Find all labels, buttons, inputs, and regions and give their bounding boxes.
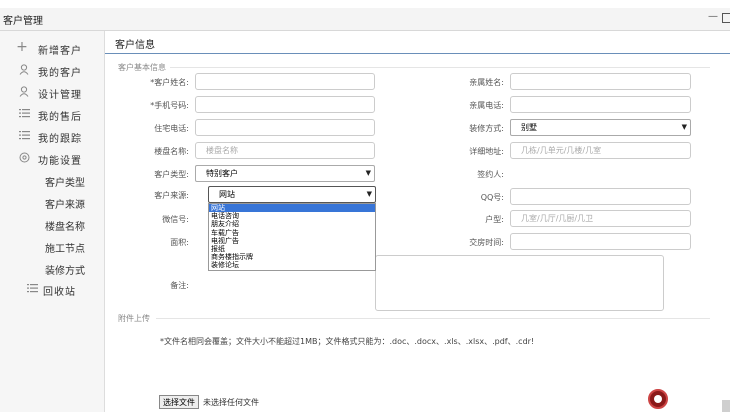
list-icon bbox=[18, 130, 30, 142]
dropdown-option[interactable]: 朋友介绍 bbox=[209, 220, 375, 228]
customer-name-input[interactable] bbox=[195, 73, 375, 90]
sidebar-item-label: 我的跟踪 bbox=[38, 134, 82, 145]
relative-name-input[interactable] bbox=[510, 73, 691, 90]
sidebar-item-tracking[interactable]: 我的跟踪 bbox=[0, 127, 104, 147]
window-titlebar: 客户管理 — bbox=[0, 8, 730, 31]
dropdown-option[interactable]: 报纸 bbox=[209, 245, 375, 253]
sidebar-item-customer-source[interactable]: 客户来源 bbox=[0, 193, 104, 213]
sidebar-item-label: 施工节点 bbox=[45, 244, 85, 255]
dropdown-option[interactable]: 电视广告 bbox=[209, 237, 375, 245]
user-icon bbox=[18, 64, 30, 76]
layout-label: 户型: bbox=[485, 215, 504, 224]
gear-icon bbox=[18, 152, 30, 164]
home-phone-input[interactable] bbox=[195, 119, 375, 136]
signer-label: 签约人: bbox=[477, 170, 504, 179]
relative-name-label: 亲属姓名: bbox=[469, 78, 504, 87]
file-status: 未选择任何文件 bbox=[203, 398, 259, 407]
wechat-label: 微信号: bbox=[162, 215, 189, 224]
dropdown-arrow-icon: ▼ bbox=[366, 190, 372, 198]
decor-method-select[interactable]: 别墅 ▼ bbox=[510, 119, 691, 136]
sidebar-item-label: 客户类型 bbox=[45, 178, 85, 189]
attachment-note: *文件名相同会覆盖；文件大小不能超过1MB；文件格式只能为：.doc、.docx… bbox=[160, 337, 535, 346]
dropdown-arrow-icon: ▼ bbox=[365, 169, 371, 177]
sidebar-item-design-management[interactable]: 设计管理 bbox=[0, 83, 104, 103]
phone-input[interactable] bbox=[195, 96, 375, 113]
choose-file-button[interactable]: 选择文件 bbox=[159, 395, 199, 409]
list-icon bbox=[26, 283, 38, 295]
section-title-attachments: 附件上传 bbox=[118, 314, 150, 323]
tab-label: 客户信息 bbox=[115, 40, 155, 51]
sidebar-item-label: 我的客户 bbox=[38, 68, 82, 79]
window-title: 客户管理 bbox=[3, 16, 43, 27]
plus-icon: + bbox=[16, 39, 28, 55]
logo-icon bbox=[648, 389, 668, 409]
customer-type-label: 客户类型: bbox=[154, 170, 189, 179]
sidebar-item-after-sales[interactable]: 我的售后 bbox=[0, 105, 104, 125]
dropdown-option[interactable]: 车载广告 bbox=[209, 229, 375, 237]
dropdown-option[interactable]: 装修论坛 bbox=[209, 261, 375, 269]
sidebar-item-recycle-bin[interactable]: 回收站 bbox=[0, 280, 104, 300]
address-input[interactable]: 几栋/几单元/几楼/几室 bbox=[510, 142, 691, 159]
sidebar-item-label: 我的售后 bbox=[38, 112, 82, 123]
handover-time-label: 交房时间: bbox=[469, 238, 504, 247]
sidebar-item-customer-type[interactable]: 客户类型 bbox=[0, 171, 104, 191]
list-icon bbox=[18, 108, 30, 120]
sidebar-item-label: 客户来源 bbox=[45, 200, 85, 211]
relative-phone-input[interactable] bbox=[510, 96, 691, 113]
decor-method-value: 别墅 bbox=[521, 123, 537, 132]
sidebar-item-label: 功能设置 bbox=[38, 156, 82, 167]
sidebar-item-label: 回收站 bbox=[43, 287, 76, 298]
estate-input[interactable]: 楼盘名称 bbox=[195, 142, 375, 159]
remark-label: 备注: bbox=[170, 281, 189, 290]
area-label: 面积: bbox=[170, 238, 189, 247]
sidebar-item-label: 装修方式 bbox=[45, 266, 85, 277]
estate-label: 楼盘名称: bbox=[154, 147, 189, 156]
section-divider bbox=[170, 67, 710, 68]
relative-phone-label: 亲属电话: bbox=[469, 101, 504, 110]
qq-input[interactable] bbox=[510, 188, 691, 205]
sidebar-item-label: 设计管理 bbox=[38, 90, 82, 101]
sidebar-item-construction-node[interactable]: 施工节点 bbox=[0, 237, 104, 257]
sidebar-item-decor-method[interactable]: 装修方式 bbox=[0, 259, 104, 279]
phone-label: *手机号码: bbox=[150, 101, 189, 110]
home-phone-label: 住宅电话: bbox=[154, 124, 189, 133]
section-title-basic: 客户基本信息 bbox=[118, 63, 166, 72]
customer-type-select[interactable]: 特别客户 ▼ bbox=[195, 165, 375, 182]
minimize-icon[interactable]: — bbox=[708, 11, 718, 22]
dropdown-option[interactable]: 网站 bbox=[209, 204, 375, 213]
customer-source-value: 网站 bbox=[219, 190, 235, 199]
handover-time-input[interactable] bbox=[510, 233, 691, 250]
address-label: 详细地址: bbox=[469, 147, 504, 156]
tab-customer-info[interactable]: 客户信息 bbox=[105, 31, 730, 54]
sidebar-item-add-customer[interactable]: + 新增客户 bbox=[0, 39, 104, 59]
user-icon bbox=[18, 86, 30, 98]
customer-type-value: 特别客户 bbox=[206, 169, 238, 178]
sidebar: + 新增客户 我的客户 设计管理 我的售后 我的跟踪 功能设置 客户类型 客户来… bbox=[0, 31, 105, 412]
qq-label: QQ号: bbox=[480, 193, 504, 202]
scrollbar[interactable] bbox=[722, 400, 730, 412]
sidebar-item-my-customers[interactable]: 我的客户 bbox=[0, 61, 104, 81]
sidebar-item-estate-name[interactable]: 楼盘名称 bbox=[0, 215, 104, 235]
customer-source-label: 客户来源: bbox=[154, 191, 189, 200]
section-divider bbox=[156, 318, 710, 319]
sidebar-item-label: 新增客户 bbox=[38, 46, 82, 57]
decor-method-label: 装修方式: bbox=[469, 124, 504, 133]
remark-textarea[interactable] bbox=[375, 255, 664, 311]
customer-name-label: *客户姓名: bbox=[150, 78, 189, 87]
customer-source-select[interactable]: 网站 ▼ bbox=[208, 186, 376, 203]
sidebar-item-label: 楼盘名称 bbox=[45, 222, 85, 233]
sidebar-item-settings[interactable]: 功能设置 bbox=[0, 149, 104, 169]
dropdown-arrow-icon: ▼ bbox=[681, 123, 687, 131]
customer-source-dropdown-list: 网站 电话咨询 朋友介绍 车载广告 电视广告 报纸 商务楼指示牌 装修论坛 bbox=[208, 203, 376, 271]
maximize-icon[interactable] bbox=[722, 13, 730, 23]
layout-input[interactable]: 几室/几厅/几厨/几卫 bbox=[510, 210, 691, 227]
